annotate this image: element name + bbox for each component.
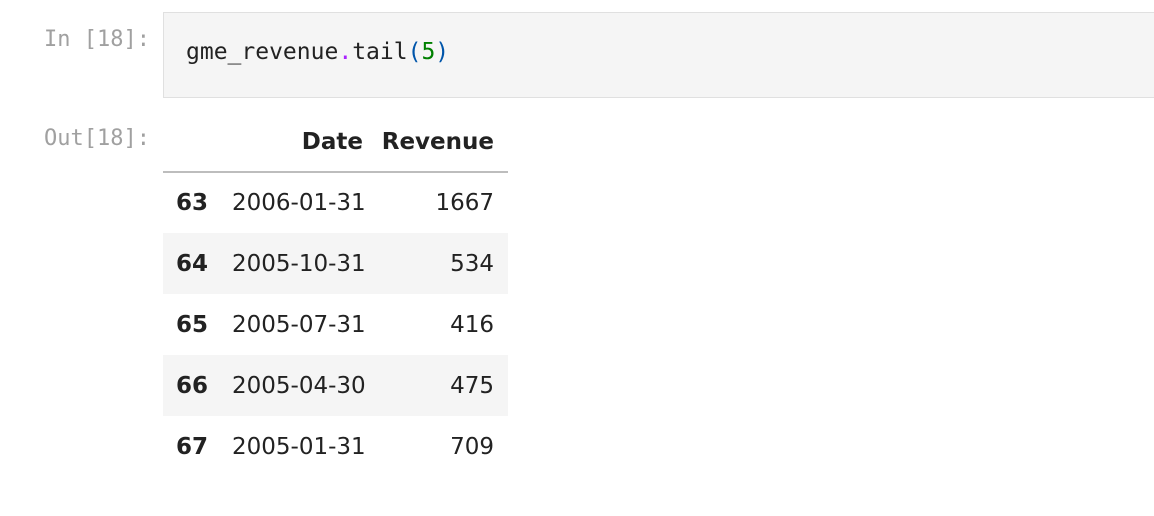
revenue-cell: 1667 bbox=[435, 190, 494, 216]
row-index: 67 bbox=[176, 433, 209, 460]
date-cell: 2005-04-30 bbox=[232, 372, 366, 399]
table-row: 63 2006-01-31 1667 bbox=[163, 172, 508, 233]
code-method: tail bbox=[352, 39, 408, 65]
code-dot: . bbox=[338, 39, 353, 65]
dataframe-table: Date Revenue 63 2006-01-31 1667 64 2005-… bbox=[163, 112, 508, 477]
date-cell: 2006-01-31 bbox=[232, 190, 366, 216]
date-cell: 2005-07-31 bbox=[232, 311, 366, 338]
date-header: Date bbox=[219, 112, 377, 173]
revenue-header: Revenue bbox=[377, 112, 508, 173]
header-row: Date Revenue bbox=[163, 112, 508, 173]
code-open-paren: ( bbox=[407, 39, 422, 65]
code-arg: 5 bbox=[421, 39, 436, 65]
revenue-cell: 534 bbox=[450, 250, 494, 277]
table-row: 66 2005-04-30 475 bbox=[163, 355, 508, 416]
date-cell: 2005-10-31 bbox=[232, 250, 366, 277]
row-index: 64 bbox=[176, 250, 209, 277]
table-row: 67 2005-01-31 709 bbox=[163, 416, 508, 477]
revenue-cell: 416 bbox=[450, 311, 494, 338]
row-index: 65 bbox=[176, 311, 209, 338]
code-line[interactable]: gme_revenue.tail(5) bbox=[186, 39, 449, 65]
index-header bbox=[163, 112, 219, 173]
revenue-cell: 709 bbox=[450, 433, 494, 460]
code-editor[interactable]: gme_revenue.tail(5) bbox=[163, 12, 1154, 98]
table-body: 63 2006-01-31 1667 64 2005-10-31 534 65 … bbox=[163, 172, 508, 477]
input-prompt: In [18]: bbox=[44, 27, 150, 52]
output-prompt: Out[18]: bbox=[44, 126, 150, 151]
code-close-paren: ) bbox=[435, 39, 450, 65]
row-index: 66 bbox=[176, 372, 209, 399]
table-row: 64 2005-10-31 534 bbox=[163, 233, 508, 294]
date-cell: 2005-01-31 bbox=[232, 433, 366, 460]
code-object: gme_revenue bbox=[186, 39, 339, 65]
table-header: Date Revenue bbox=[163, 112, 508, 173]
row-index: 63 bbox=[176, 190, 209, 216]
table-row: 65 2005-07-31 416 bbox=[163, 294, 508, 355]
revenue-cell: 475 bbox=[450, 372, 494, 399]
